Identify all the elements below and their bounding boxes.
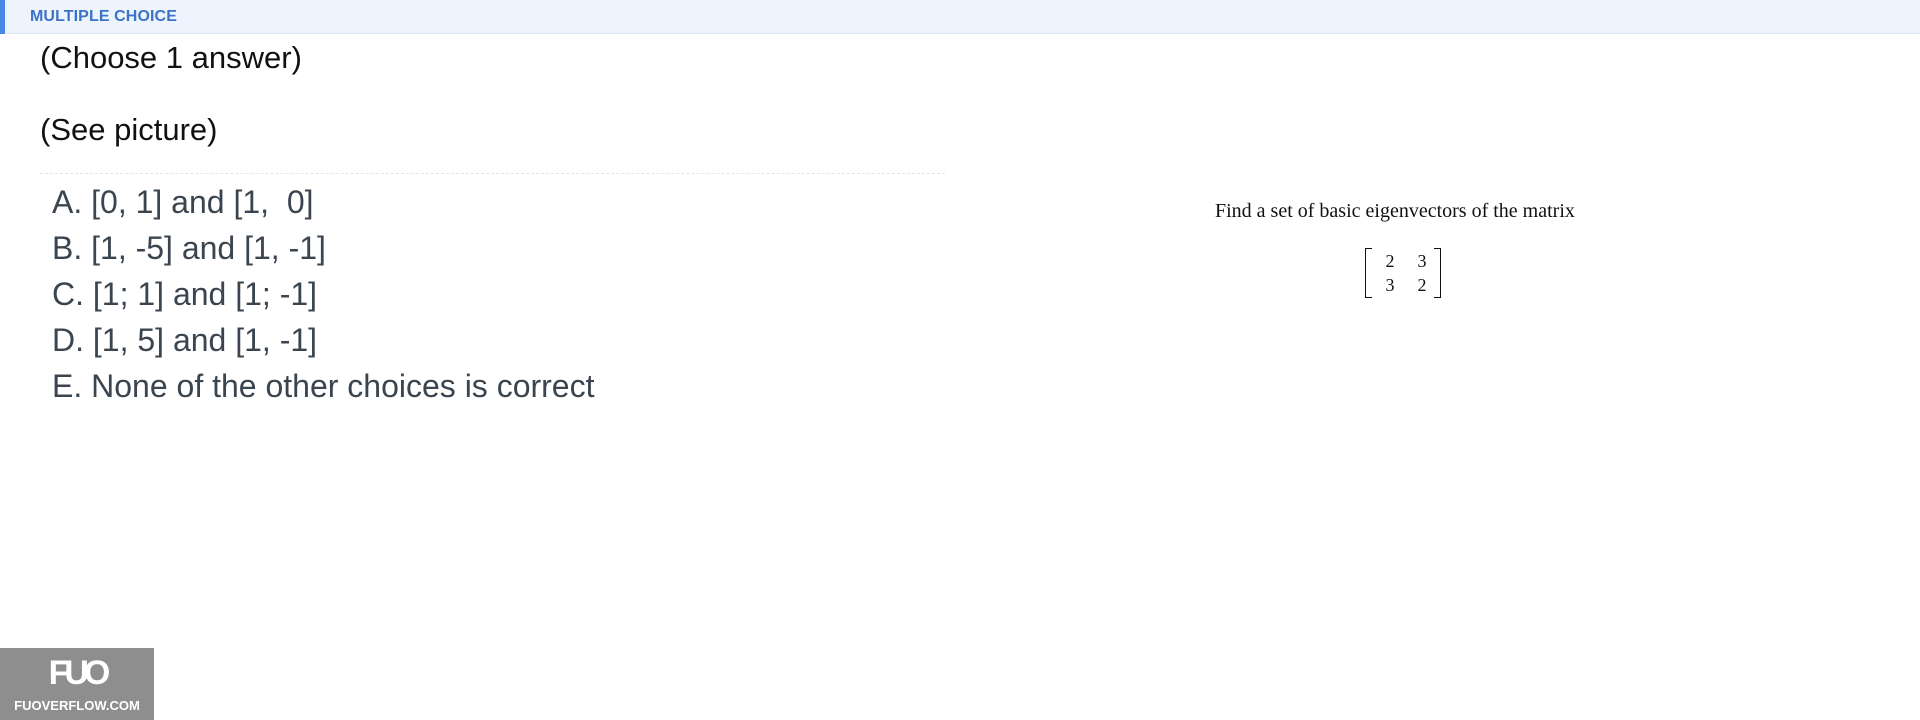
- matrix-right-bracket: [1434, 248, 1441, 298]
- header-accent-bar: [0, 0, 5, 34]
- site-watermark-logo: FUO FUOVERFLOW.COM: [0, 648, 154, 720]
- answer-option-b[interactable]: B. [1, -5] and [1, -1]: [52, 225, 594, 271]
- picture-reference: (See picture): [40, 112, 218, 147]
- answer-instruction: (Choose 1 answer): [40, 40, 302, 75]
- matrix-cell: 2: [1385, 251, 1395, 271]
- answer-option-e[interactable]: E. None of the other choices is correct: [52, 363, 594, 409]
- question-page: MULTIPLE CHOICE (Choose 1 answer) (See p…: [0, 0, 1920, 720]
- matrix-left-bracket: [1365, 248, 1372, 298]
- question-type-header: MULTIPLE CHOICE: [0, 0, 1920, 34]
- question-type-label: MULTIPLE CHOICE: [30, 8, 177, 25]
- prompt-divider: [40, 173, 945, 174]
- answer-options-list: A. [0, 1] and [1, 0] B. [1, -5] and [1, …: [52, 179, 594, 409]
- matrix: 2 3 3 2: [1365, 248, 1441, 300]
- matrix-cell: 3: [1385, 275, 1395, 295]
- matrix-cell: 3: [1417, 251, 1427, 271]
- matrix-cell: 2: [1417, 275, 1427, 295]
- watermark-site-name: FUOVERFLOW.COM: [14, 698, 140, 713]
- problem-statement: Find a set of basic eigenvectors of the …: [1215, 200, 1575, 222]
- answer-option-d[interactable]: D. [1, 5] and [1, -1]: [52, 317, 594, 363]
- answer-option-c[interactable]: C. [1; 1] and [1; -1]: [52, 271, 594, 317]
- problem-picture: Find a set of basic eigenvectors of the …: [1200, 190, 1575, 310]
- answer-option-a[interactable]: A. [0, 1] and [1, 0]: [52, 179, 594, 225]
- watermark-logo-mark: FUO: [48, 654, 111, 692]
